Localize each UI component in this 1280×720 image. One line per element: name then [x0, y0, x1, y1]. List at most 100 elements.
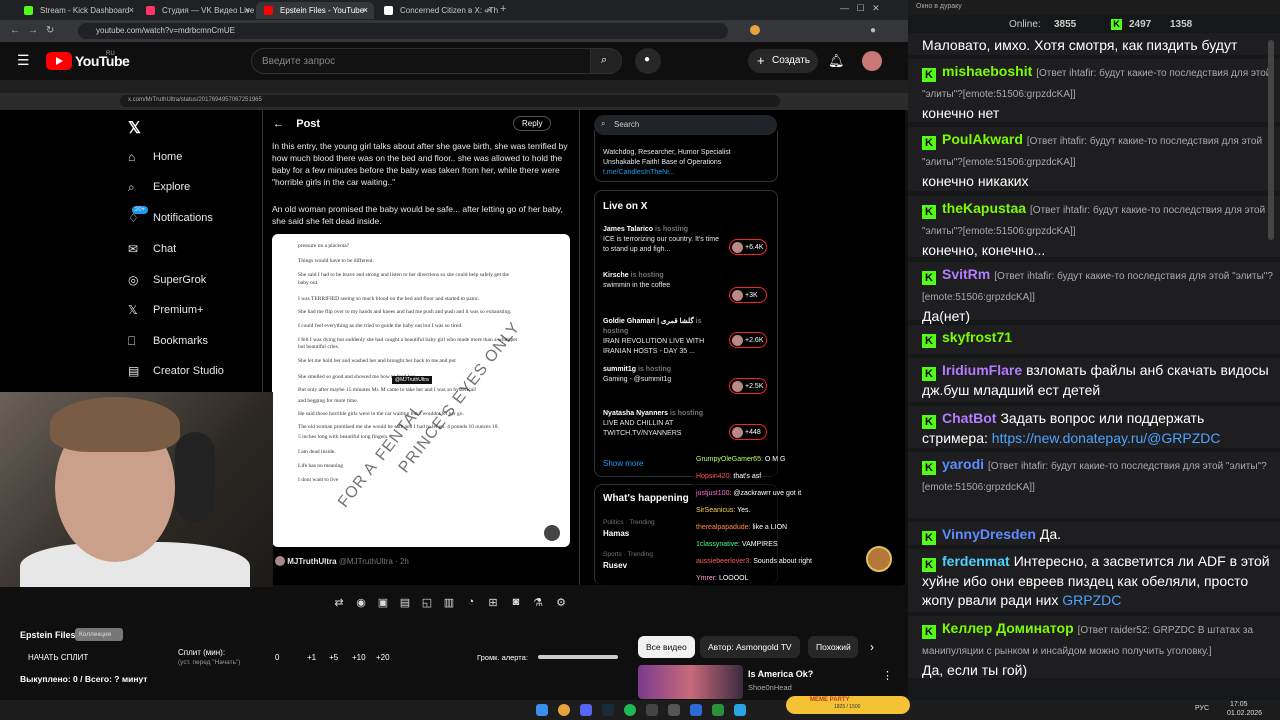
split-option[interactable]: +1 — [307, 653, 316, 662]
start-icon[interactable] — [536, 704, 548, 716]
split-option[interactable]: +5 — [329, 653, 338, 662]
camera-icon[interactable]: ◙ — [509, 596, 523, 610]
flask-icon[interactable]: ⚗ — [531, 596, 545, 610]
app-icon[interactable] — [690, 704, 702, 716]
discord-icon[interactable] — [580, 704, 592, 716]
app-icon[interactable] — [712, 704, 724, 716]
kick-badge-icon: K — [922, 205, 936, 219]
split-label: Сплит (мин): — [178, 648, 226, 657]
youtube-header: ☰ YouTube RU Введите запрос ⌕ ● + Создать… — [0, 42, 908, 80]
chip-author[interactable]: Автор: Asmongold TV — [700, 636, 800, 658]
search-input[interactable]: Введите запрос — [251, 48, 591, 74]
reload-icon[interactable]: ↻ — [46, 25, 54, 36]
kick-badge-icon: K — [922, 271, 936, 285]
chat-message: Kmishaeboshit [Ответ ihtafir: будут какие… — [908, 59, 1280, 122]
telegram-icon[interactable] — [734, 704, 746, 716]
window-controls[interactable]: — ☐ ✕ — [840, 3, 880, 14]
rec-title[interactable]: Is America Ok? — [748, 669, 813, 679]
document-line: I dont want to live — [298, 477, 339, 483]
new-tab-icon[interactable]: + — [500, 3, 506, 15]
recommended-video[interactable]: Is America Ok? Shoe0nHead ⋮ — [638, 665, 898, 699]
rec-channel[interactable]: Shoe0nHead — [748, 683, 792, 692]
add-icon[interactable]: ⊞ — [486, 596, 500, 610]
create-button[interactable]: + Создать — [748, 49, 818, 73]
chat-scrollbar[interactable] — [1268, 40, 1274, 240]
meme-party-widget: MEME PARTY 1825 / 1500 — [786, 696, 910, 714]
start-split-button[interactable]: НАЧАТЬ СПЛИТ — [28, 653, 88, 662]
chat-username[interactable]: mishaeboshit — [942, 63, 1032, 79]
live-count: +448 — [729, 424, 767, 440]
region-label: RU — [106, 51, 115, 57]
close-icon[interactable]: × — [363, 5, 368, 15]
chevron-right-icon[interactable]: › — [870, 640, 874, 654]
meme-party-count: 1825 / 1500 — [834, 704, 861, 710]
chat-link[interactable]: GRPZDC — [1062, 592, 1121, 608]
broadcast-icon[interactable]: ◉ — [354, 596, 368, 610]
chat-username[interactable]: theKapustaa — [942, 200, 1026, 216]
chat-username[interactable]: yarodi — [942, 456, 984, 472]
pip-icon[interactable]: ◱ — [420, 596, 434, 610]
alert-volume-slider[interactable] — [538, 655, 618, 659]
forward-icon[interactable]: → — [28, 25, 38, 36]
chat-username[interactable]: ferdenmat — [942, 553, 1010, 569]
close-icon[interactable]: × — [487, 5, 492, 15]
split-option[interactable]: +20 — [376, 653, 390, 662]
app-icon[interactable] — [668, 704, 680, 716]
close-icon[interactable]: × — [245, 5, 250, 15]
chat-username[interactable]: VinnyDresden — [942, 526, 1036, 542]
youtube-icon — [264, 6, 273, 15]
avatar[interactable] — [862, 51, 882, 71]
settings-icon[interactable]: ⚙ — [554, 596, 568, 610]
steam-icon[interactable] — [602, 704, 614, 716]
more-options-icon[interactable]: ⋮ — [882, 669, 893, 682]
clip-icon[interactable]: ▤ — [398, 596, 412, 610]
chip-all-videos[interactable]: Все видео — [638, 636, 695, 658]
tab-kick-dashboard[interactable]: Stream - Kick Dashboard × — [16, 2, 140, 19]
chat-username[interactable]: PoulAkward — [942, 131, 1023, 147]
whats-happening-title: What's happening — [603, 493, 689, 504]
extension-icon[interactable] — [750, 25, 760, 35]
alert-volume-label: Громк. алерта: — [477, 653, 528, 662]
screenshot-icon[interactable]: ▣ — [376, 596, 390, 610]
chat-text: Да, если ты гой) — [922, 662, 1028, 678]
clock-time[interactable]: 17:05 — [1230, 701, 1248, 708]
live-on-x-title: Live on X — [603, 201, 648, 212]
profile-icon[interactable]: ● — [870, 25, 876, 36]
menu-icon[interactable]: ☰ — [17, 52, 30, 69]
chat-link[interactable]: https://new.donatepay.ru/@GRPZDC — [992, 430, 1221, 446]
loop-icon[interactable]: ⇄ — [332, 596, 346, 610]
youtube-logo-icon[interactable] — [46, 52, 72, 70]
live-item: James Talarico is hosting ICE is terroriz… — [603, 226, 719, 253]
speed-icon[interactable]: ◔ — [464, 596, 478, 610]
video-thumbnail[interactable] — [638, 665, 743, 699]
notifications-bell-icon[interactable]: 🔔︎ — [828, 53, 845, 69]
language-indicator[interactable]: РУС — [1195, 705, 1209, 712]
split-option[interactable]: +10 — [352, 653, 366, 662]
clock-date[interactable]: 01.02.2026 — [1227, 710, 1262, 717]
close-icon[interactable]: × — [129, 5, 134, 15]
chat-username[interactable]: skyfrost71 — [942, 329, 1012, 345]
document-line: She said I had to be brave and strong an… — [298, 272, 510, 278]
tab-x-post[interactable]: Concerned Citizen в X: «They × — [376, 2, 498, 19]
search-button[interactable]: ⌕ — [590, 48, 622, 74]
overlay-chat-message: GrumpyOleGamer65: O M G — [696, 456, 786, 463]
spotify-icon[interactable] — [624, 704, 636, 716]
tab-youtube[interactable]: Epstein Files - YouTube × — [256, 2, 374, 19]
chrome-icon[interactable] — [558, 704, 570, 716]
subtitles-icon[interactable]: ▥ — [442, 596, 456, 610]
kick-badge-icon: K — [922, 367, 936, 381]
overlay-chat-user: SirSeanicus: — [696, 507, 736, 514]
document-line: But only after maybe 15 minutes Mr. M ca… — [298, 387, 477, 393]
tab-vk-studio[interactable]: Студия — VK Видео Live × — [138, 2, 256, 19]
chat-text: конечно, конечно... — [922, 242, 1046, 258]
chat-username[interactable]: Келлер Доминатор — [942, 620, 1074, 636]
split-option[interactable]: 0 — [275, 653, 279, 662]
chip-similar[interactable]: Похожий — [808, 636, 858, 658]
chat-username[interactable]: SvitRm — [942, 266, 990, 282]
chat-username[interactable]: IridiumFlare — [942, 362, 1022, 378]
obs-icon[interactable] — [646, 704, 658, 716]
url-field[interactable]: youtube.com/watch?v=mdrbcmnCmUE — [78, 23, 728, 39]
back-icon[interactable]: ← — [10, 25, 20, 36]
voice-search-button[interactable]: ● — [635, 48, 661, 74]
chat-username[interactable]: ChatBot — [942, 410, 996, 426]
